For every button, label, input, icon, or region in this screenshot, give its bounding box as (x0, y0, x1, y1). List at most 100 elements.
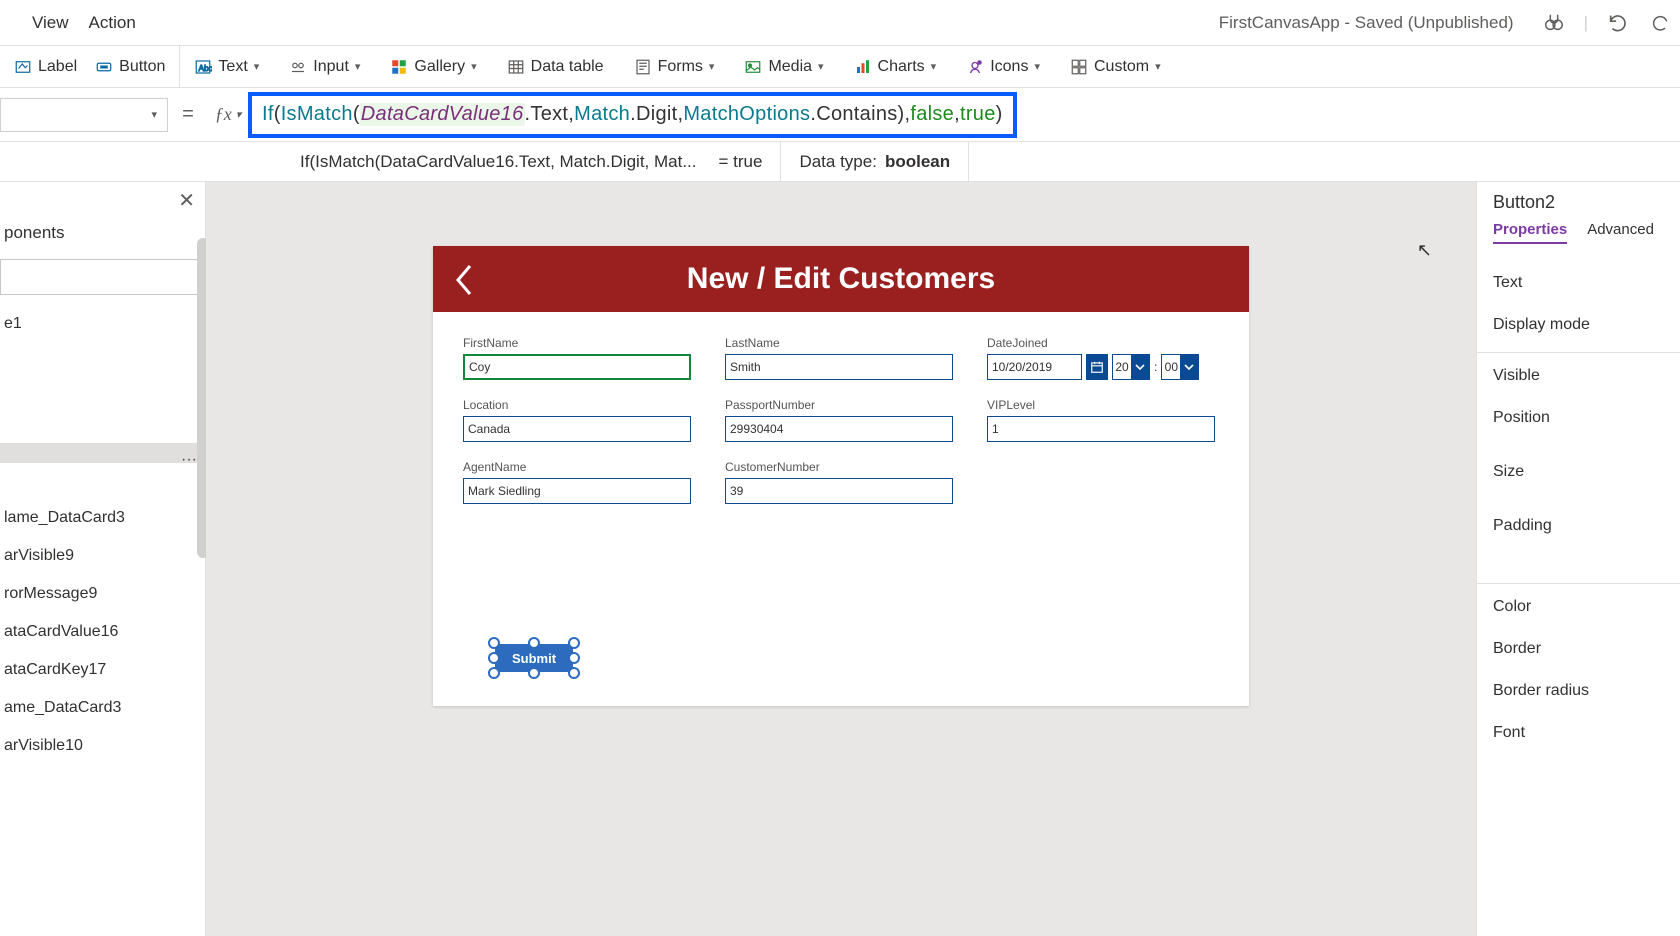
tab-advanced[interactable]: Advanced (1587, 221, 1654, 244)
tree-item[interactable]: e1 (0, 305, 205, 343)
prop-visible[interactable]: Visible (1493, 355, 1680, 397)
app-canvas[interactable]: New / Edit Customers FirstName Coy LastN… (433, 246, 1249, 706)
tree-item[interactable]: ataCardValue16 (0, 613, 205, 651)
ribbon-button[interactable]: Button (95, 58, 165, 76)
edit-form: FirstName Coy LastName Smith DateJoined … (433, 312, 1249, 528)
menu-view[interactable]: View (32, 13, 69, 33)
back-icon[interactable] (451, 262, 477, 298)
cursor-icon: ↖ (1417, 240, 1432, 261)
ribbon-forms[interactable]: Forms▾ (634, 58, 715, 76)
tab-properties[interactable]: Properties (1493, 221, 1567, 244)
prop-position[interactable]: Position (1493, 397, 1680, 439)
field-lastname: LastName Smith (725, 336, 953, 380)
label-location: Location (463, 398, 691, 412)
resize-handle[interactable] (488, 637, 500, 649)
insert-ribbon: Label Button Abc Text▾ Input▾ Gallery▾ D… (0, 46, 1680, 88)
screen-header: New / Edit Customers (433, 246, 1249, 312)
formula-preview: If(IsMatch(DataCardValue16.Text, Match.D… (300, 152, 697, 172)
label-datejoined: DateJoined (987, 336, 1215, 350)
resize-handle[interactable] (528, 637, 540, 649)
selected-control-name: Button2 (1493, 192, 1680, 213)
canvas-area: ↖ New / Edit Customers FirstName Coy Las… (206, 182, 1476, 936)
formula-result: = true (719, 152, 763, 172)
menu-action[interactable]: Action (89, 13, 136, 33)
formula-bar: ▾ = ƒx▾ If(IsMatch(DataCardValue16.Text,… (0, 88, 1680, 142)
tree-item-selected[interactable] (0, 443, 205, 463)
resize-handle[interactable] (488, 652, 500, 664)
submit-button[interactable]: Submit (495, 644, 573, 672)
ribbon-charts[interactable]: Charts▾ (854, 58, 937, 76)
ribbon-media[interactable]: Media▾ (744, 58, 823, 76)
tree-item[interactable]: lame_DataCard3 (0, 499, 205, 537)
tree-item[interactable]: arVisible9 (0, 537, 205, 575)
calendar-icon[interactable] (1086, 354, 1108, 380)
time-colon: : (1154, 360, 1157, 374)
input-passport[interactable]: 29930404 (725, 416, 953, 442)
input-agent[interactable]: Mark Siedling (463, 478, 691, 504)
tree-item[interactable]: ame_DataCard3 (0, 689, 205, 727)
redo-icon[interactable] (1648, 11, 1672, 35)
resize-handle[interactable] (568, 652, 580, 664)
svg-text:+: + (978, 60, 981, 65)
ribbon-label[interactable]: Label (14, 58, 77, 76)
field-datejoined: DateJoined 10/20/2019 20 : 00 (987, 336, 1215, 380)
prop-text[interactable]: Text (1493, 262, 1680, 304)
label-vip: VIPLevel (987, 398, 1215, 412)
label-passport: PassportNumber (725, 398, 953, 412)
prop-font[interactable]: Font (1493, 712, 1680, 754)
screen-title: New / Edit Customers (687, 262, 995, 296)
resize-handle[interactable] (568, 667, 580, 679)
ribbon-custom[interactable]: Custom▾ (1070, 58, 1161, 76)
datatype-value: boolean (885, 152, 950, 172)
prop-color[interactable]: Color (1493, 586, 1680, 628)
datatype-label: Data type: (799, 152, 877, 172)
label-firstname: FirstName (463, 336, 691, 350)
ribbon-gallery[interactable]: Gallery▾ (390, 58, 476, 76)
top-menubar: View Action FirstCanvasApp - Saved (Unpu… (0, 0, 1680, 46)
field-vip: VIPLevel 1 (987, 398, 1215, 442)
undo-icon[interactable] (1606, 11, 1630, 35)
dropdown-minute[interactable]: 00 (1161, 354, 1199, 380)
app-status: FirstCanvasApp - Saved (Unpublished) (1219, 13, 1514, 33)
input-lastname[interactable]: Smith (725, 354, 953, 380)
prop-border[interactable]: Border (1493, 628, 1680, 670)
resize-handle[interactable] (488, 667, 500, 679)
ribbon-datatable[interactable]: Data table (507, 58, 604, 76)
resize-handle[interactable] (528, 667, 540, 679)
resize-handle[interactable] (568, 637, 580, 649)
fx-icon[interactable]: ƒx▾ (208, 104, 248, 125)
input-location[interactable]: Canada (463, 416, 691, 442)
tree-view-panel: ✕ ponents e1 lame_DataCard3 arVisible9 r… (0, 182, 206, 936)
input-custno[interactable]: 39 (725, 478, 953, 504)
app-checker-icon[interactable] (1542, 11, 1566, 35)
dropdown-hour[interactable]: 20 (1112, 354, 1150, 380)
label-custno: CustomerNumber (725, 460, 953, 474)
tree-item[interactable]: ataCardKey17 (0, 651, 205, 689)
ribbon-input[interactable]: Input▾ (289, 58, 360, 76)
svg-text:Abc: Abc (199, 63, 213, 72)
ribbon-text[interactable]: Abc Text▾ (194, 58, 259, 76)
field-passport: PassportNumber 29930404 (725, 398, 953, 442)
input-vip[interactable]: 1 (987, 416, 1215, 442)
prop-borderradius[interactable]: Border radius (1493, 670, 1680, 712)
input-firstname[interactable]: Coy (463, 354, 691, 380)
prop-padding[interactable]: Padding (1493, 493, 1680, 547)
prop-size[interactable]: Size (1493, 439, 1680, 493)
tree-search-input[interactable] (0, 259, 199, 295)
input-date[interactable]: 10/20/2019 (987, 354, 1082, 380)
tree-tab-components[interactable]: ponents (0, 215, 205, 253)
field-location: Location Canada (463, 398, 691, 442)
label-agent: AgentName (463, 460, 691, 474)
property-dropdown[interactable]: ▾ (0, 98, 168, 132)
field-custno: CustomerNumber 39 (725, 460, 953, 504)
formula-result-bar: If(IsMatch(DataCardValue16.Text, Match.D… (0, 142, 1680, 182)
tree-item[interactable]: arVisible10 (0, 727, 205, 765)
close-icon[interactable]: ✕ (178, 188, 195, 213)
ribbon-icons[interactable]: + Icons▾ (966, 58, 1040, 76)
field-firstname: FirstName Coy (463, 336, 691, 380)
equals-sign: = (168, 103, 208, 126)
tree-item[interactable]: rorMessage9 (0, 575, 205, 613)
formula-input[interactable]: If(IsMatch(DataCardValue16.Text, Match.D… (248, 92, 1017, 138)
label-lastname: LastName (725, 336, 953, 350)
prop-displaymode[interactable]: Display mode (1493, 304, 1680, 346)
